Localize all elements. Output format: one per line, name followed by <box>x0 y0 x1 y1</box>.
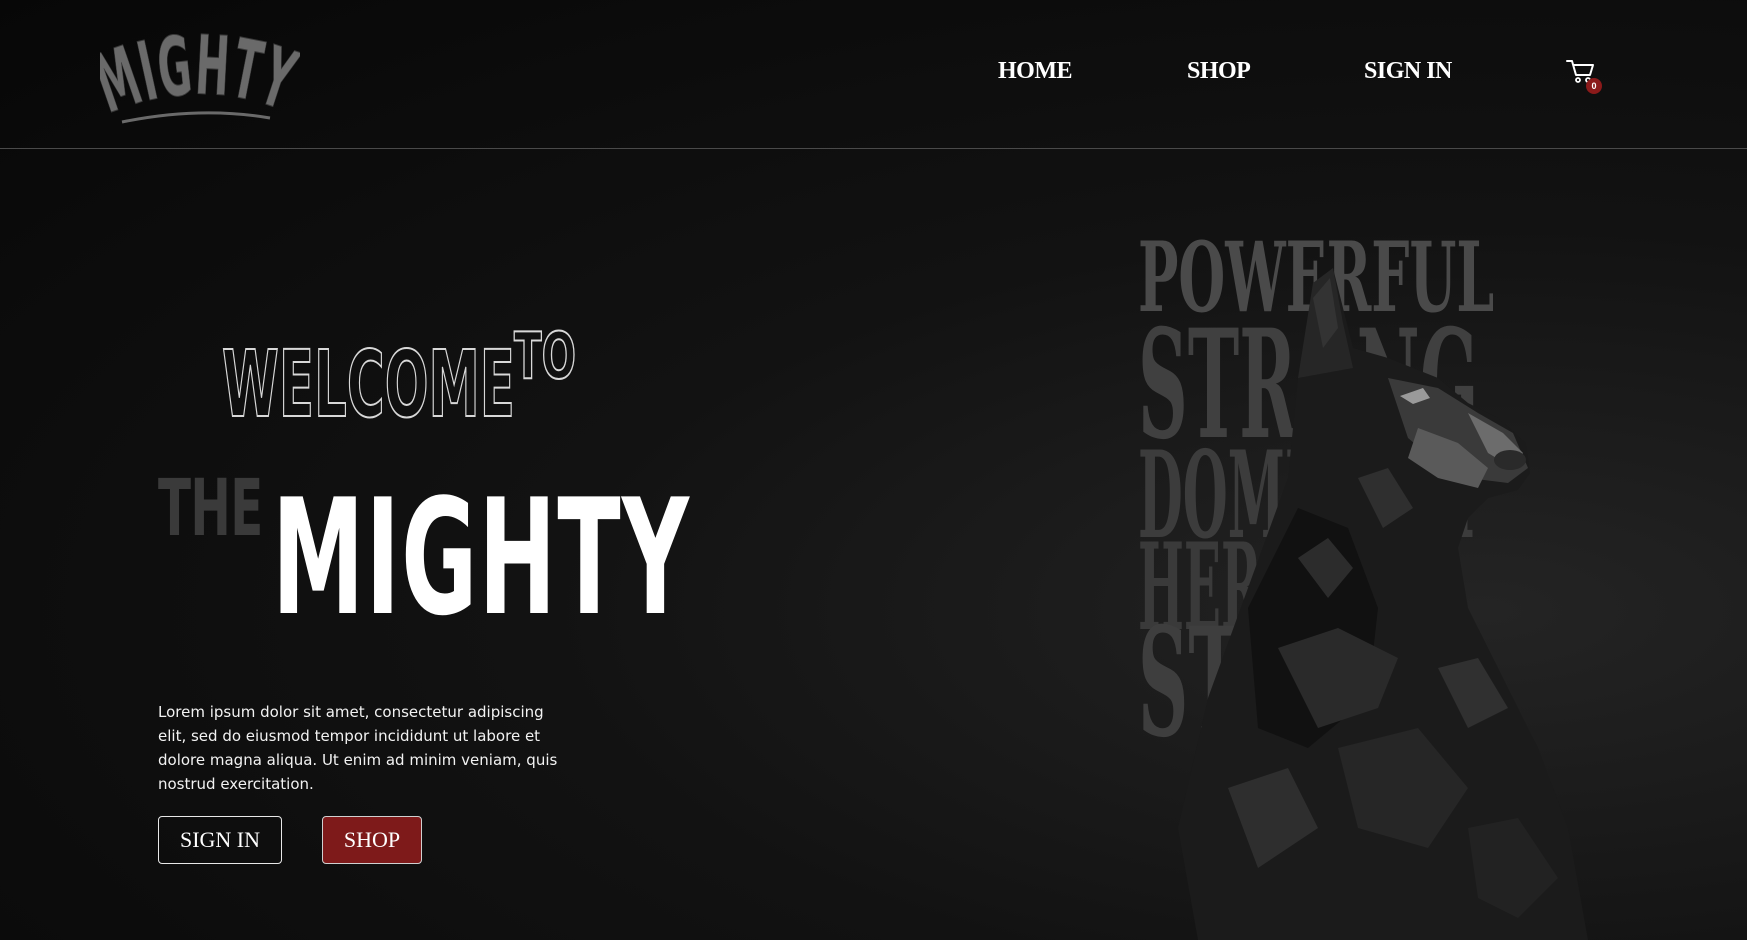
welcome-text: WELCOME <box>222 331 515 428</box>
welcome-heading: WELCOME TO <box>222 319 577 428</box>
signin-button[interactable]: SIGN IN <box>158 816 282 864</box>
hero-description: Lorem ipsum dolor sit amet, consectetur … <box>158 703 558 793</box>
nav-signin-link[interactable]: SIGN IN <box>1364 58 1452 85</box>
site-header: MIGHTY HOME SHOP SIGN IN 0 <box>0 0 1747 149</box>
cart-button[interactable]: 0 <box>1566 58 1602 94</box>
nav-shop-link[interactable]: SHOP <box>1187 58 1251 85</box>
cart-count-badge: 0 <box>1586 78 1602 94</box>
nav-home-link[interactable]: HOME <box>998 58 1073 85</box>
the-text: THE <box>158 464 263 554</box>
shop-button[interactable]: SHOP <box>322 816 422 864</box>
to-text: TO <box>514 320 576 394</box>
svg-text:MIGHTY: MIGHTY <box>100 22 300 132</box>
mighty-title: MIGHTY <box>272 464 691 651</box>
doberman-image <box>1178 268 1588 940</box>
mighty-logo[interactable]: MIGHTY <box>100 22 300 132</box>
doberman-poster: POWERFUL STRONG DOMINANT HEROMAN STRONG <box>1138 228 1588 940</box>
